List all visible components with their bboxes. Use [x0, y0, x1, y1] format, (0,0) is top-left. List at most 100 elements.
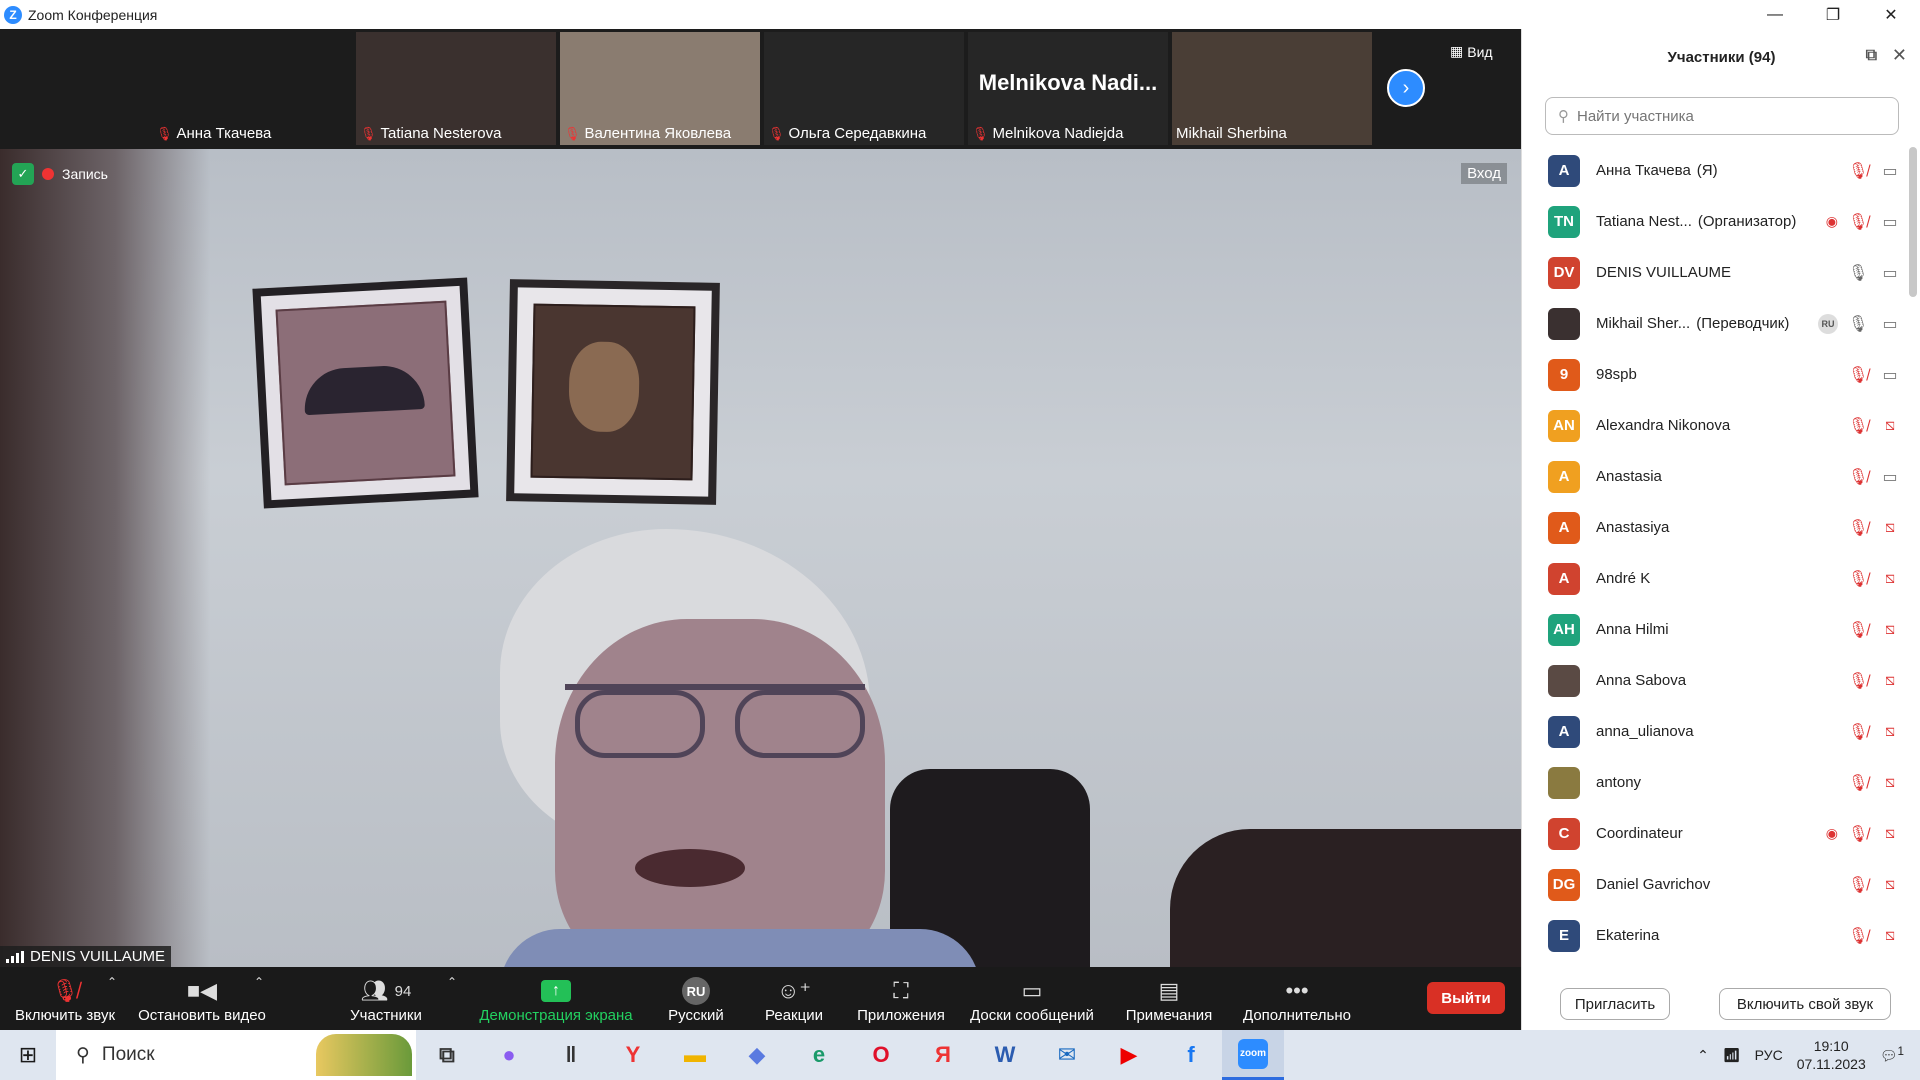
restore-button[interactable]: ❐: [1804, 0, 1862, 29]
mic-icon[interactable]: 🎙︎: [1848, 263, 1868, 283]
unmute-self-button[interactable]: Включить свой звук: [1719, 988, 1891, 1020]
whiteboards-button[interactable]: ▭ Доски сообщений: [966, 967, 1098, 1030]
video-icon[interactable]: ▭: [1878, 212, 1902, 232]
video-off-icon[interactable]: ⧅: [1878, 876, 1902, 894]
input-language[interactable]: РУС: [1755, 1047, 1783, 1063]
participant-row[interactable]: DV DENIS VUILLAUME 🎙︎ ▭: [1522, 247, 1902, 298]
video-off-icon[interactable]: ⧅: [1878, 621, 1902, 639]
mic-off-icon[interactable]: 🎙︎̸: [1848, 875, 1868, 895]
taskbar-app-mail[interactable]: ✉: [1036, 1030, 1098, 1080]
taskbar-app-zoom[interactable]: zoom: [1222, 1030, 1284, 1080]
reactions-button[interactable]: ☺︎⁺ Реакции: [762, 967, 826, 1030]
participant-row[interactable]: A Anastasia 🎙︎̸ ▭: [1522, 451, 1902, 502]
mic-icon[interactable]: 🎙︎: [1848, 314, 1868, 334]
taskbar-app-yandex-browser[interactable]: Y: [602, 1030, 664, 1080]
video-icon[interactable]: ▭: [1878, 314, 1902, 334]
video-off-icon[interactable]: ⧅: [1878, 825, 1902, 843]
participant-row[interactable]: A André K 🎙︎̸ ⧅: [1522, 553, 1902, 604]
participant-row[interactable]: AH Anna Hilmi 🎙︎̸ ⧅: [1522, 604, 1902, 655]
taskbar-app-opera[interactable]: O: [850, 1030, 912, 1080]
participant-thumbnail[interactable]: Melnikova Nadi... 🎙︎ Melnikova Nadiejda: [968, 32, 1168, 145]
participant-row[interactable]: Mikhail Sher... (Переводчик) RU 🎙︎ ▭: [1522, 298, 1902, 349]
participant-row[interactable]: A Anastasiya 🎙︎̸ ⧅: [1522, 502, 1902, 553]
leave-button[interactable]: Выйти: [1427, 982, 1505, 1014]
taskbar-app-file-explorer[interactable]: ▬: [664, 1030, 726, 1080]
mic-off-icon[interactable]: 🎙︎̸: [1848, 926, 1868, 946]
video-icon[interactable]: ▭: [1878, 263, 1902, 283]
close-window-button[interactable]: ✕: [1862, 0, 1920, 29]
apps-button[interactable]: ⛶ Приложения: [855, 967, 947, 1030]
participant-row[interactable]: C Coordinateur ◉ 🎙︎̸ ⧅: [1522, 808, 1902, 859]
video-off-icon[interactable]: ⧅: [1878, 927, 1902, 945]
participant-thumbnail[interactable]: 🎙︎ Валентина Яковлева: [560, 32, 760, 145]
mic-off-icon[interactable]: 🎙︎̸: [1848, 722, 1868, 742]
participant-row[interactable]: TN Tatiana Nest... (Организатор) ◉ 🎙︎̸ ▭: [1522, 196, 1902, 247]
video-off-icon[interactable]: ⧅: [1878, 570, 1902, 588]
video-off-icon[interactable]: ⧅: [1878, 417, 1902, 435]
taskbar-app-youtube[interactable]: ▶: [1098, 1030, 1160, 1080]
language-button[interactable]: RU Русский: [664, 967, 728, 1030]
participant-list-scrollbar[interactable]: [1909, 147, 1917, 297]
participant-thumbnail[interactable]: 🎙︎ Tatiana Nesterova: [356, 32, 556, 145]
participant-row[interactable]: Aanna_ulianova 🎙︎̸ ⧅: [1522, 706, 1902, 757]
taskbar-app-separator[interactable]: ‖: [540, 1030, 602, 1080]
mic-off-icon[interactable]: 🎙︎̸: [1848, 773, 1868, 793]
mic-off-icon[interactable]: 🎙︎̸: [1848, 518, 1868, 538]
invite-button[interactable]: Пригласить: [1560, 988, 1670, 1020]
clock[interactable]: 19:10 07.11.2023: [1797, 1037, 1866, 1073]
view-button[interactable]: ▦ Вид: [1450, 43, 1493, 60]
close-panel-icon[interactable]: ✕: [1892, 45, 1907, 66]
video-options-caret[interactable]: ⌃: [250, 967, 270, 1030]
mic-off-icon[interactable]: 🎙︎̸: [1848, 620, 1868, 640]
pop-out-icon[interactable]: ⧉: [1866, 47, 1877, 65]
participant-thumbnail[interactable]: 🎙︎ Анна Ткачева: [152, 32, 352, 145]
video-off-icon[interactable]: ⧅: [1878, 723, 1902, 741]
windows-start-icon[interactable]: ⊞: [0, 1030, 56, 1080]
video-icon[interactable]: ▭: [1878, 365, 1902, 385]
participants-button[interactable]: 👥︎ 94 Участники: [346, 967, 426, 1030]
next-page-button[interactable]: ›: [1387, 69, 1425, 107]
network-icon[interactable]: 📶︎: [1723, 1047, 1741, 1064]
participant-row[interactable]: E Ekaterina 🎙︎̸ ⧅: [1522, 910, 1902, 961]
taskbar-app-yandex[interactable]: Я: [912, 1030, 974, 1080]
participant-row[interactable]: Anna Sabova 🎙︎̸ ⧅: [1522, 655, 1902, 706]
mic-off-icon[interactable]: 🎙︎̸: [1848, 569, 1868, 589]
participant-row[interactable]: A Анна Ткачева (Я) 🎙︎̸ ▭: [1522, 145, 1902, 196]
mic-off-icon[interactable]: 🎙︎̸: [1848, 365, 1868, 385]
video-icon[interactable]: ▭: [1878, 161, 1902, 181]
share-screen-button[interactable]: ↑ Демонстрация экрана: [478, 967, 634, 1030]
participant-search[interactable]: ⚲: [1545, 97, 1899, 135]
taskbar-app-word[interactable]: W: [974, 1030, 1036, 1080]
mic-off-icon[interactable]: 🎙︎̸: [1848, 416, 1868, 436]
show-hidden-icons-icon[interactable]: ⌃: [1697, 1047, 1709, 1064]
taskbar-search[interactable]: ⚲ Поиск: [56, 1030, 416, 1080]
taskbar-app-task-view[interactable]: ⧉: [416, 1030, 478, 1080]
audio-options-caret[interactable]: ⌃: [103, 967, 123, 1030]
minimize-button[interactable]: —: [1746, 0, 1804, 29]
taskbar-app-alice[interactable]: ●: [478, 1030, 540, 1080]
participant-thumbnail[interactable]: Mikhail Sherbina: [1172, 32, 1372, 145]
stop-video-button[interactable]: ■◀ Остановить видео: [138, 967, 266, 1030]
notifications-icon[interactable]: 💬︎1: [1880, 1045, 1904, 1065]
recording-indicator[interactable]: ✓ Запись: [12, 163, 108, 185]
participant-row[interactable]: antony 🎙︎̸ ⧅: [1522, 757, 1902, 808]
mic-off-icon[interactable]: 🎙︎̸: [1848, 824, 1868, 844]
notes-button[interactable]: ▤ Примечания: [1122, 967, 1216, 1030]
mic-off-icon[interactable]: 🎙︎̸: [1848, 467, 1868, 487]
video-off-icon[interactable]: ⧅: [1878, 774, 1902, 792]
video-off-icon[interactable]: ⧅: [1878, 672, 1902, 690]
taskbar-app-copilot[interactable]: ◆: [726, 1030, 788, 1080]
participant-row[interactable]: DG Daniel Gavrichov 🎙︎̸ ⧅: [1522, 859, 1902, 910]
participant-row[interactable]: AN Alexandra Nikonova 🎙︎̸ ⧅: [1522, 400, 1902, 451]
taskbar-app-facebook[interactable]: f: [1160, 1030, 1222, 1080]
participant-row[interactable]: 9 98spb 🎙︎̸ ▭: [1522, 349, 1902, 400]
video-off-icon[interactable]: ⧅: [1878, 519, 1902, 537]
taskbar-app-edge[interactable]: e: [788, 1030, 850, 1080]
participant-thumbnail[interactable]: 🎙︎ Ольга Середавкина: [764, 32, 964, 145]
security-shield-icon[interactable]: ✓: [12, 163, 34, 185]
enter-button[interactable]: Вход: [1461, 163, 1507, 184]
participants-options-caret[interactable]: ⌃: [443, 967, 463, 1030]
mic-off-icon[interactable]: 🎙︎̸: [1848, 671, 1868, 691]
mic-off-icon[interactable]: 🎙︎̸: [1848, 161, 1868, 181]
video-icon[interactable]: ▭: [1878, 467, 1902, 487]
